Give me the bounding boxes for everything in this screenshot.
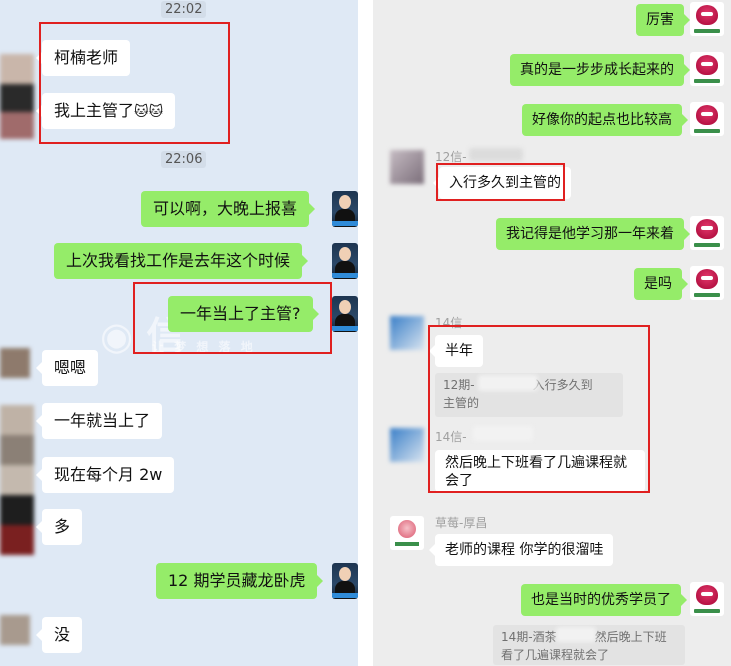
message-bubble[interactable]: 一年当上了主管? bbox=[168, 296, 318, 332]
message-bubble[interactable]: 好像你的起点也比较高 bbox=[522, 104, 688, 136]
message-bubble[interactable]: 上次我看找工作是去年这个时候 bbox=[54, 243, 309, 279]
message-bubble[interactable]: 半年 bbox=[429, 335, 483, 367]
message-bubble[interactable]: 也是当时的优秀学员了 bbox=[521, 584, 687, 616]
quote-sender: 14期-酒茶 bbox=[501, 630, 557, 644]
message-bubble[interactable]: 现在每个月 2w bbox=[35, 457, 175, 493]
message-bubble[interactable]: 是吗 bbox=[634, 268, 688, 300]
message-bubble[interactable]: 嗯嗯 bbox=[35, 350, 99, 386]
message-bubble[interactable]: 多 bbox=[35, 509, 83, 545]
member-avatar[interactable] bbox=[690, 52, 724, 86]
redacted-name bbox=[556, 627, 596, 642]
avatar-blurred bbox=[390, 316, 424, 350]
watermark-text: 让 梦 想 落 地 bbox=[152, 340, 256, 354]
avatar-blurred bbox=[390, 428, 424, 462]
redacted-name bbox=[478, 375, 538, 391]
message-bubble[interactable]: 柯楠老师 bbox=[35, 40, 131, 76]
avatar-blurred bbox=[0, 348, 30, 378]
sender-name: 14信- bbox=[435, 430, 467, 444]
redacted-name bbox=[469, 148, 523, 161]
quote-text: 入行多久到 bbox=[532, 378, 593, 392]
avatar-blurred bbox=[0, 615, 30, 645]
quote-text: 然后晚上下班 bbox=[594, 630, 667, 644]
sender-name: 12信- bbox=[435, 150, 467, 164]
message-bubble[interactable]: 12 期学员藏龙卧虎 bbox=[156, 563, 324, 599]
message-bubble[interactable]: 老师的课程 你学的很溜哇 bbox=[428, 534, 614, 566]
message-bubble[interactable]: 入行多久到主管的 bbox=[433, 167, 571, 199]
sender-name: 14信 bbox=[435, 316, 463, 330]
left-chat-panel: ◉ 信 让 梦 想 落 地 22:02 柯楠老师 我上主管了🐱🐱 22:06 可… bbox=[0, 0, 358, 666]
teacher-avatar[interactable] bbox=[332, 191, 358, 227]
message-text: 我上主管了 bbox=[54, 101, 135, 120]
message-bubble[interactable]: 一年就当上了 bbox=[35, 403, 163, 439]
message-bubble[interactable]: 可以啊，大晚上报喜 bbox=[141, 191, 316, 227]
avatar-blurred bbox=[0, 405, 34, 555]
message-bubble[interactable]: 厉害 bbox=[636, 4, 690, 36]
cat-emoji-icon: 🐱🐱 bbox=[134, 104, 164, 120]
quote-text: 看了几遍课程就会了 bbox=[501, 648, 610, 662]
sender-name: 草莓-厚昌 bbox=[435, 516, 488, 530]
redacted-name bbox=[473, 426, 533, 441]
teacher-avatar[interactable] bbox=[332, 243, 358, 279]
member-avatar[interactable] bbox=[690, 102, 724, 136]
teacher-avatar[interactable] bbox=[332, 296, 358, 332]
message-bubble[interactable]: 然后晚上下班看了几遍课程就会了 bbox=[435, 450, 645, 492]
member-avatar[interactable] bbox=[690, 216, 724, 250]
avatar-blurred bbox=[390, 150, 424, 184]
member-avatar[interactable] bbox=[390, 516, 424, 550]
member-avatar[interactable] bbox=[690, 582, 724, 616]
message-bubble[interactable]: 没 bbox=[35, 617, 83, 653]
message-text: 然后晚上下班看了几遍课程就会了 bbox=[445, 455, 627, 489]
avatar-blurred bbox=[0, 54, 34, 139]
member-avatar[interactable] bbox=[690, 2, 724, 36]
right-chat-panel: 厉害 真的是一步步成长起来的 好像你的起点也比较高 12信- 入行多久到主管的 … bbox=[373, 0, 731, 666]
teacher-avatar[interactable] bbox=[332, 563, 358, 599]
timestamp: 22:06 bbox=[161, 151, 207, 168]
timestamp: 22:02 bbox=[161, 1, 207, 18]
quote-sender: 12期- bbox=[443, 378, 475, 392]
message-bubble[interactable]: 真的是一步步成长起来的 bbox=[510, 54, 690, 86]
member-avatar[interactable] bbox=[690, 266, 724, 300]
quote-text: 主管的 bbox=[443, 396, 480, 410]
message-bubble[interactable]: 我记得是他学习那一年来着 bbox=[496, 218, 690, 250]
message-bubble[interactable]: 我上主管了🐱🐱 bbox=[35, 93, 176, 129]
